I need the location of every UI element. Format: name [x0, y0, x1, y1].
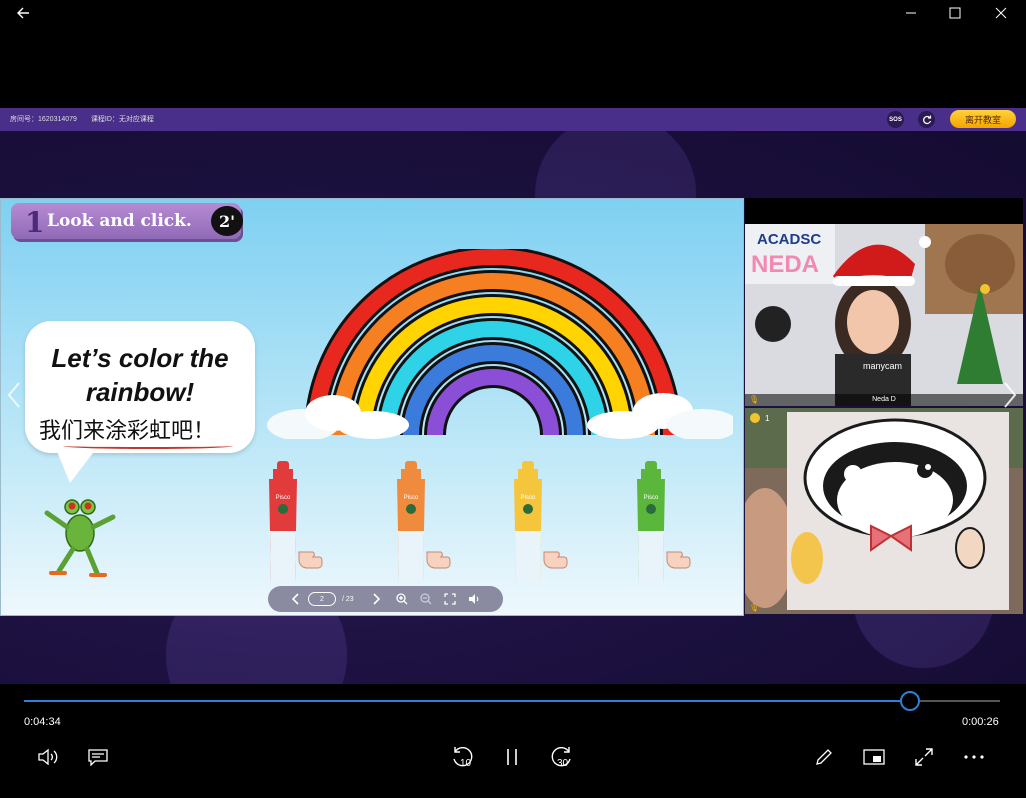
student-video-frame: 1	[745, 408, 1023, 614]
speech-bubble: Let’s color the rainbow! 我们来涂彩虹吧！	[25, 321, 255, 453]
back-button[interactable]	[0, 0, 46, 26]
teacher-name-label: Neda D	[745, 394, 1023, 406]
slide-next-arrow[interactable]	[1002, 380, 1022, 410]
leave-classroom-button[interactable]: 离开教室	[950, 110, 1016, 128]
forward-icon: 30	[551, 746, 571, 769]
close-icon	[995, 7, 1007, 19]
paint-tube-2[interactable]: Pisco	[391, 461, 431, 591]
rainbow-image[interactable]	[263, 249, 733, 439]
refresh-button[interactable]	[918, 111, 935, 128]
academy-banner: ACADSC	[757, 231, 821, 248]
zoom-in-icon	[396, 593, 408, 605]
refresh-icon	[922, 115, 931, 124]
expand-icon	[915, 748, 933, 766]
volume-button[interactable]	[30, 742, 66, 772]
title-bar	[0, 0, 1026, 26]
tube-brand: Pisco	[276, 495, 291, 501]
pointing-hand-icon	[665, 544, 697, 570]
mini-view-button[interactable]	[856, 742, 892, 772]
paint-tube-1[interactable]: Pisco	[263, 461, 303, 591]
more-button[interactable]	[956, 742, 992, 772]
pause-button[interactable]	[494, 742, 530, 772]
activity-header: 1 Look and click. 2'	[11, 203, 243, 239]
pause-icon	[507, 749, 517, 765]
pointing-hand-icon	[542, 544, 574, 570]
elapsed-time: 0:04:34	[24, 716, 61, 728]
rewind-icon: 10	[453, 746, 473, 769]
room-info: 房间号：1620314079 课程ID：无对应课程	[10, 114, 166, 124]
tube-brand: Pisco	[521, 495, 536, 501]
fullscreen-slide-button[interactable]	[440, 586, 460, 612]
forward-seconds: 30	[557, 758, 569, 769]
teacher-banner-name: NEDA	[751, 251, 819, 278]
frog-image	[44, 499, 116, 577]
pointing-hand-icon	[297, 544, 329, 570]
speaker-icon	[469, 594, 479, 604]
duration-badge: 2'	[211, 206, 243, 236]
arrow-left-icon	[17, 7, 29, 19]
captions-button[interactable]	[80, 742, 116, 772]
bubble-english-text: Let’s color the rainbow!	[51, 343, 229, 407]
close-button[interactable]	[978, 0, 1024, 26]
rewind-button[interactable]: 10	[444, 742, 480, 772]
manycam-watermark: manycam	[863, 361, 902, 371]
video-panel-top	[745, 198, 1023, 224]
fullscreen-button[interactable]	[906, 742, 942, 772]
slide-pager: 2 / 23	[268, 586, 503, 612]
maximize-icon	[949, 7, 961, 19]
bubble-chinese-text: 我们来涂彩虹吧！	[39, 419, 216, 444]
slide-audio-button[interactable]	[464, 586, 484, 612]
classroom-header: 房间号：1620314079 课程ID：无对应课程 SOS 离开教室	[0, 108, 1026, 131]
volume-icon	[38, 748, 58, 766]
remaining-time: 0:00:26	[962, 716, 999, 728]
activity-number: 1	[25, 206, 45, 239]
teacher-mic-icon: 🎙	[749, 395, 760, 404]
more-icon	[964, 755, 984, 759]
courseware-slide[interactable]: 1 Look and click. 2' Let’s color the rai…	[0, 198, 744, 616]
seek-progress	[24, 700, 911, 702]
maximize-button[interactable]	[932, 0, 978, 26]
course-id: 课程ID：无对应课程	[90, 116, 154, 123]
captions-icon	[88, 749, 108, 766]
teacher-video[interactable]: ACADSC NEDA manycam Neda D 🎙	[745, 224, 1023, 406]
rewind-seconds: 10	[460, 758, 472, 769]
room-number: 房间号：1620314079	[10, 116, 77, 123]
student-mic-icon: 🎙	[749, 603, 760, 612]
pencil-icon	[816, 749, 832, 765]
page-total: / 23	[342, 595, 354, 603]
video-player-window: 房间号：1620314079 课程ID：无对应课程 SOS 离开教室 1 Loo…	[0, 0, 1026, 798]
minimize-icon	[906, 12, 916, 14]
speech-bubble-tail	[56, 449, 96, 483]
tube-brand: Pisco	[404, 495, 419, 501]
minimize-button[interactable]	[888, 0, 934, 26]
sos-button[interactable]: SOS	[887, 111, 904, 128]
activity-title: Look and click.	[47, 211, 192, 231]
seek-bar[interactable]	[24, 691, 1000, 711]
next-page-button[interactable]	[366, 586, 386, 612]
chevron-right-icon	[373, 593, 380, 605]
fullscreen-icon	[444, 593, 456, 605]
zoom-out-button[interactable]	[416, 586, 436, 612]
forward-button[interactable]: 30	[544, 742, 580, 772]
prev-page-button[interactable]	[286, 586, 306, 612]
seek-thumb[interactable]	[900, 691, 921, 711]
teacher-video-frame: ACADSC NEDA manycam	[745, 224, 1023, 406]
page-number-input[interactable]: 2	[308, 592, 336, 606]
pointing-hand-icon	[425, 544, 457, 570]
zoom-out-icon	[420, 593, 432, 605]
chevron-right-icon	[1004, 382, 1017, 408]
tube-brand: Pisco	[644, 495, 659, 501]
mini-view-icon	[863, 749, 885, 765]
chevron-left-icon	[292, 593, 299, 605]
chevron-left-icon	[7, 382, 20, 408]
slide-prev-arrow[interactable]	[6, 380, 26, 410]
student-video[interactable]: 1 🎙	[745, 408, 1023, 614]
student-star-count: 1	[765, 414, 770, 423]
paint-tube-3[interactable]: Pisco	[508, 461, 548, 591]
edit-button[interactable]	[806, 742, 842, 772]
paint-tube-4[interactable]: Pisco	[631, 461, 671, 591]
zoom-in-button[interactable]	[392, 586, 412, 612]
